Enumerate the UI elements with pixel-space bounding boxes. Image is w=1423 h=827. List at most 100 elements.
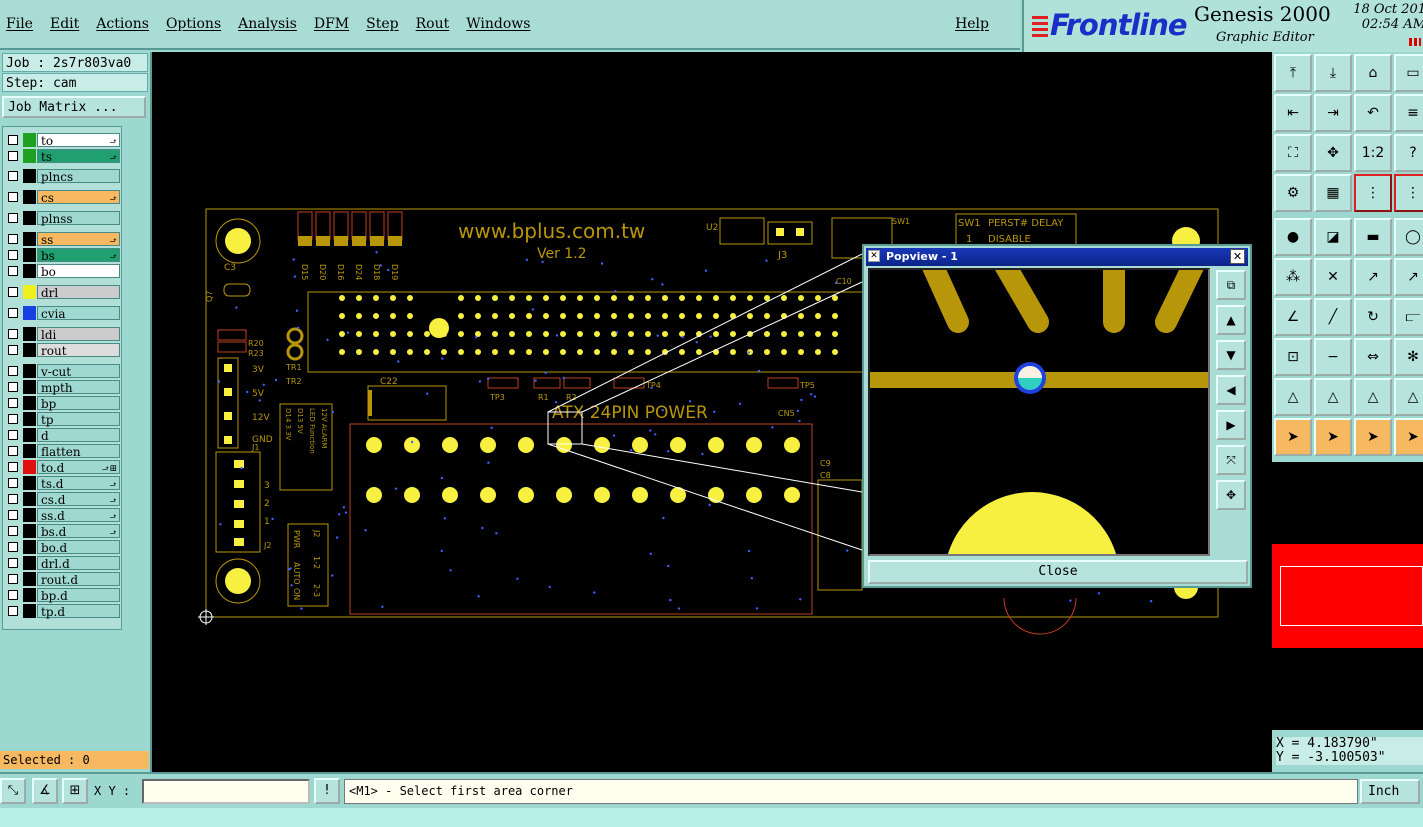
layer-color-swatch[interactable] [23, 248, 36, 262]
layer-name[interactable]: tp [37, 412, 120, 427]
menu-edit[interactable]: Edit [50, 16, 79, 32]
toolbar-pointer-box-icon[interactable]: ➤ [1314, 418, 1352, 456]
layer-color-swatch[interactable] [23, 149, 36, 163]
measure-icon[interactable]: ∡ [32, 778, 58, 804]
layer-row-rout[interactable]: rout [3, 343, 123, 358]
layer-checkbox[interactable] [8, 446, 18, 456]
layer-name[interactable]: flatten [37, 444, 120, 459]
toolbar-line-icon[interactable]: ◪ [1314, 218, 1352, 256]
layer-checkbox[interactable] [8, 266, 18, 276]
layer-name[interactable]: bo [37, 264, 120, 279]
layer-name[interactable]: mpth [37, 380, 120, 395]
toolbar-triangle2-icon[interactable]: △ [1314, 378, 1352, 416]
popview-pan-up-button[interactable]: ▲ [1216, 305, 1246, 335]
toolbar-pointer-net-icon[interactable]: ➤ [1394, 418, 1423, 456]
toolbar-net-icon[interactable]: ⋮ [1354, 174, 1392, 212]
window-menu-icon[interactable]: ✕ [868, 250, 880, 262]
layer-name[interactable]: cs ⬏ [37, 190, 120, 205]
layer-row-to[interactable]: to ⬏ [3, 133, 123, 148]
menu-windows[interactable]: Windows [466, 16, 530, 32]
layer-checkbox[interactable] [8, 366, 18, 376]
close-icon[interactable]: ✕ [1230, 249, 1245, 264]
toolbar-arc-icon[interactable]: ↻ [1354, 298, 1392, 336]
toolbar-draw-icon[interactable]: ╱ [1314, 298, 1352, 336]
layer-checkbox[interactable] [8, 590, 18, 600]
layer-checkbox[interactable] [8, 287, 18, 297]
layer-checkbox[interactable] [8, 526, 18, 536]
layer-name[interactable]: rout [37, 343, 120, 358]
layer-checkbox[interactable] [8, 234, 18, 244]
layer-color-swatch[interactable] [23, 327, 36, 341]
layer-color-swatch[interactable] [23, 211, 36, 225]
toolbar-down-icon[interactable]: ⤓ [1314, 54, 1352, 92]
layer-checkbox[interactable] [8, 192, 18, 202]
layer-color-swatch[interactable] [23, 524, 36, 538]
layer-color-swatch[interactable] [23, 476, 36, 490]
layer-name[interactable]: bp.d [37, 588, 120, 603]
snap-icon[interactable]: ⤡ [0, 778, 26, 804]
layer-row-cs[interactable]: cs ⬏ [3, 190, 123, 205]
menu-step[interactable]: Step [366, 16, 398, 32]
layer-color-swatch[interactable] [23, 232, 36, 246]
layer-color-swatch[interactable] [23, 556, 36, 570]
layer-name[interactable]: v-cut [37, 364, 120, 379]
layer-name[interactable]: cvia [37, 306, 120, 321]
layer-checkbox[interactable] [8, 414, 18, 424]
layer-name[interactable]: tp.d [37, 604, 120, 619]
toolbar-measure-icon[interactable]: ⇔ [1354, 338, 1392, 376]
popview-pan-right-button[interactable]: ▶ [1216, 410, 1246, 440]
popview-fit-button[interactable]: ✥ [1216, 480, 1246, 510]
menu-rout[interactable]: Rout [416, 16, 450, 32]
layer-row-ss-d[interactable]: ss.d ⬏ [3, 508, 123, 523]
layer-row-tp-d[interactable]: tp.d [3, 604, 123, 619]
layer-row-v-cut[interactable]: v-cut [3, 364, 123, 379]
layer-color-swatch[interactable] [23, 306, 36, 320]
layer-name[interactable]: d [37, 428, 120, 443]
layer-name[interactable]: bs ⬏ [37, 248, 120, 263]
toolbar-center-icon[interactable]: ✥ [1314, 134, 1352, 172]
layer-color-swatch[interactable] [23, 285, 36, 299]
layer-color-swatch[interactable] [23, 460, 36, 474]
menu-analysis[interactable]: Analysis [238, 16, 297, 32]
toolbar-select-box-icon[interactable]: ⊡ [1274, 338, 1312, 376]
layer-checkbox[interactable] [8, 345, 18, 355]
alert-icon[interactable]: ! [314, 778, 340, 804]
toolbar-triangle4-icon[interactable]: △ [1394, 378, 1423, 416]
layer-color-swatch[interactable] [23, 343, 36, 357]
popview-drawing[interactable] [870, 270, 1208, 554]
toolbar-home-icon[interactable]: ⤒ [1274, 54, 1312, 92]
layer-color-swatch[interactable] [23, 264, 36, 278]
popview-zoom-button[interactable]: ⧉ [1216, 270, 1246, 300]
layer-checkbox[interactable] [8, 558, 18, 568]
toolbar-fit-icon[interactable]: ⛶ [1274, 134, 1312, 172]
layer-color-swatch[interactable] [23, 604, 36, 618]
layer-checkbox[interactable] [8, 574, 18, 584]
job-matrix-button[interactable]: Job Matrix ... [2, 96, 146, 118]
toolbar-triangle3-icon[interactable]: △ [1354, 378, 1392, 416]
menu-options[interactable]: Options [166, 16, 221, 32]
layer-checkbox[interactable] [8, 510, 18, 520]
layer-color-swatch[interactable] [23, 190, 36, 204]
layer-row-ss[interactable]: ss ⬏ [3, 232, 123, 247]
layer-name[interactable]: rout.d [37, 572, 120, 587]
toolbar-circle-icon[interactable]: ◯ [1394, 218, 1423, 256]
toolbar-settings-icon[interactable]: ⚙ [1274, 174, 1312, 212]
layer-color-swatch[interactable] [23, 380, 36, 394]
toolbar-connect-icon[interactable]: ⁂ [1274, 258, 1312, 296]
layer-color-swatch[interactable] [23, 169, 36, 183]
layer-row-to-d[interactable]: to.d ⬏⊞ [3, 460, 123, 475]
popview-close-button[interactable]: Close [868, 560, 1248, 584]
layer-row-bo-d[interactable]: bo.d [3, 540, 123, 555]
layer-name[interactable]: to.d ⬏⊞ [37, 460, 120, 475]
layer-name[interactable]: ss ⬏ [37, 232, 120, 247]
layer-color-swatch[interactable] [23, 428, 36, 442]
layer-checkbox[interactable] [8, 478, 18, 488]
layer-name[interactable]: cs.d ⬏ [37, 492, 120, 507]
layer-name[interactable]: drl [37, 285, 120, 300]
layer-color-swatch[interactable] [23, 412, 36, 426]
xy-input[interactable] [142, 779, 310, 804]
layer-row-bp[interactable]: bp [3, 396, 123, 411]
layer-row-ts-d[interactable]: ts.d ⬏ [3, 476, 123, 491]
toolbar-triangle-icon[interactable]: △ [1274, 378, 1312, 416]
layer-row-d[interactable]: d [3, 428, 123, 443]
